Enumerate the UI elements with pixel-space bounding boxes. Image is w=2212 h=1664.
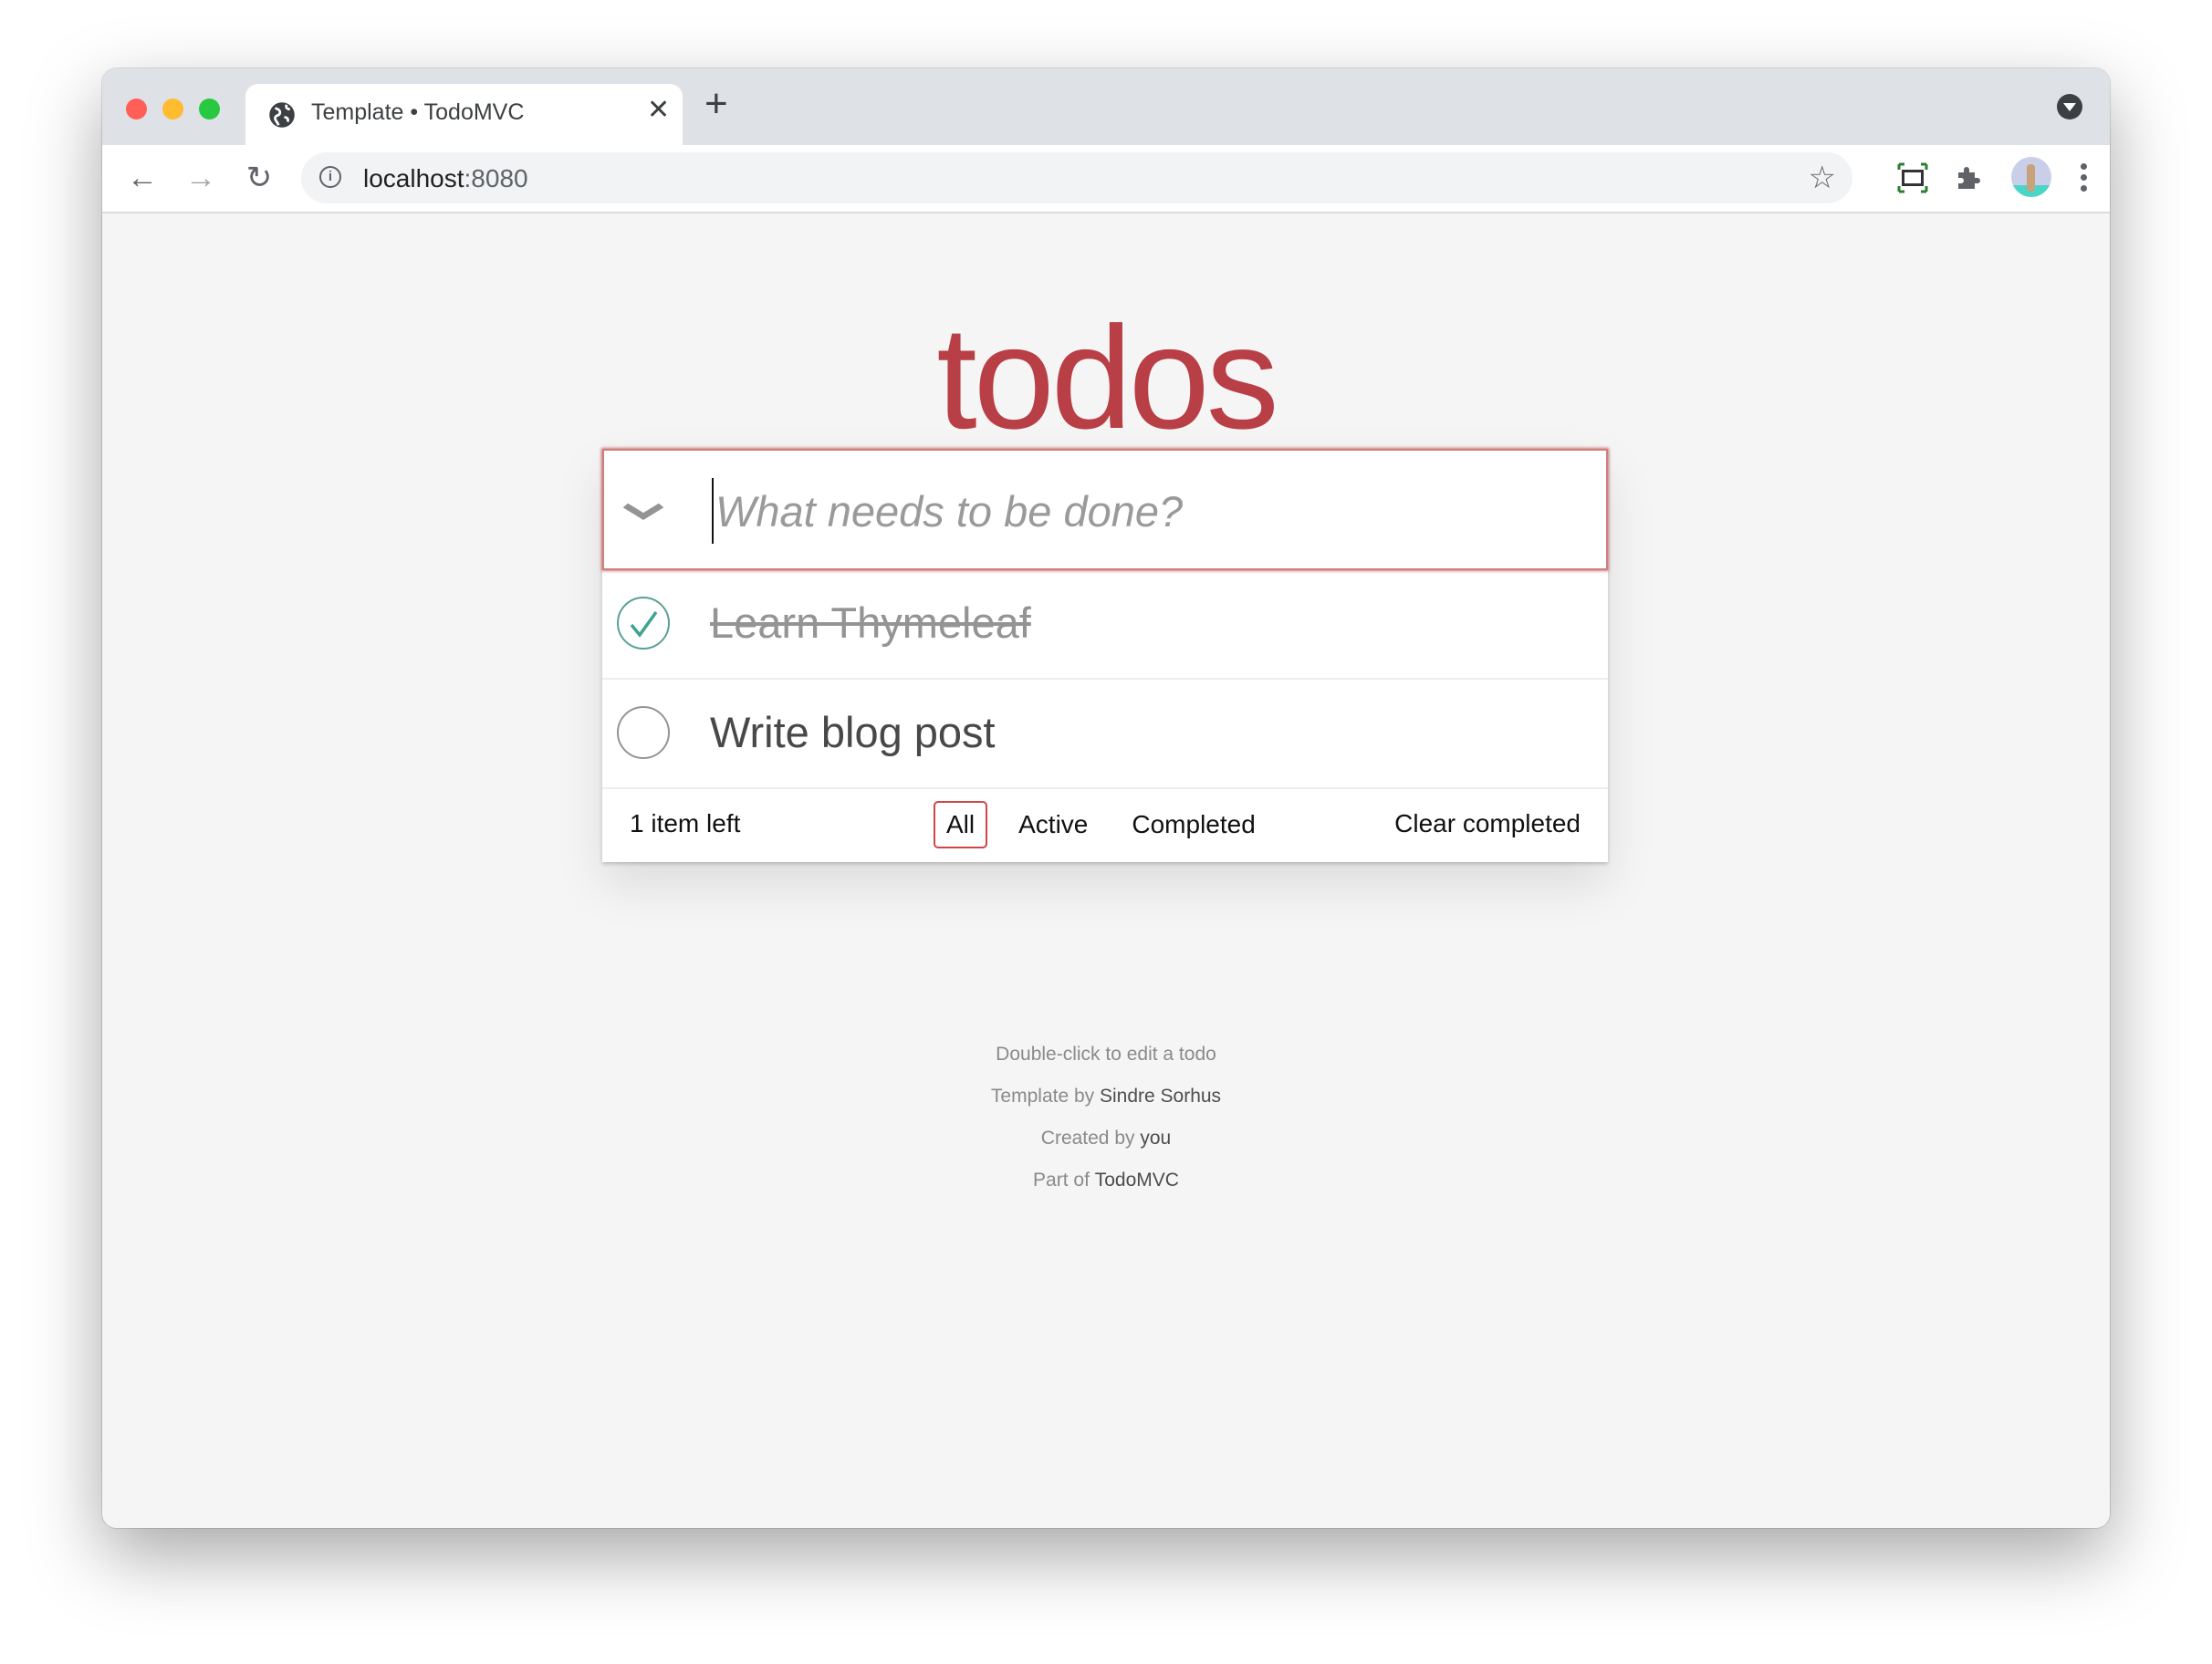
info-footer: Double-click to edit a todo Template by …	[102, 1044, 2110, 1212]
template-by-label: Template by	[990, 1086, 1100, 1107]
browser-toolbar: ← → ↻ i localhost:8080 ☆	[102, 145, 2110, 213]
forward-button[interactable]: →	[183, 160, 219, 196]
created-by-label: Created by	[1040, 1128, 1141, 1149]
todo-item[interactable]: Learn Thymeleaf	[602, 570, 1608, 680]
toggle-all-chevron-icon[interactable]	[621, 492, 665, 531]
url-text: localhost:8080	[363, 164, 528, 193]
part-of-label: Part of	[1033, 1170, 1095, 1191]
window-controls	[126, 99, 220, 120]
screen-capture-icon[interactable]	[1896, 161, 1929, 194]
tab-todomvc[interactable]: Template • TodoMVC ✕	[245, 84, 683, 145]
tab-search-icon[interactable]	[2057, 94, 2082, 120]
todo-label[interactable]: Learn Thymeleaf	[710, 598, 1031, 648]
todomvc-link[interactable]: TodoMVC	[1095, 1170, 1179, 1191]
site-info-icon[interactable]: i	[319, 166, 341, 188]
new-todo-header	[602, 449, 1608, 570]
todo-item[interactable]: Write blog post	[602, 680, 1608, 789]
filter-list: All Active Completed	[934, 801, 1268, 848]
tab-close-icon[interactable]: ✕	[647, 97, 670, 124]
browser-window: Template • TodoMVC ✕ + ← → ↻ i localhost…	[102, 68, 2110, 1528]
new-tab-button[interactable]: +	[704, 84, 728, 124]
clear-completed-button[interactable]: Clear completed	[1394, 809, 1581, 838]
page-content: todos Learn Thymeleaf Write blog post	[102, 213, 2110, 1528]
extensions-puzzle-icon[interactable]	[1953, 161, 1986, 194]
checkmark-icon	[630, 610, 658, 638]
bookmark-star-icon[interactable]: ☆	[1809, 160, 1836, 196]
profile-avatar[interactable]	[2011, 157, 2051, 197]
tab-title: Template • TodoMVC	[311, 99, 525, 125]
filter-all[interactable]: All	[934, 801, 988, 848]
url-port: :8080	[464, 164, 528, 192]
back-button[interactable]: ←	[124, 160, 161, 196]
close-window-button[interactable]	[126, 99, 147, 120]
edit-hint: Double-click to edit a todo	[996, 1044, 1216, 1065]
todo-toggle-checkbox[interactable]	[617, 706, 670, 759]
filter-completed[interactable]: Completed	[1119, 801, 1268, 848]
tab-bar: Template • TodoMVC ✕ +	[102, 68, 2110, 145]
template-author-link[interactable]: Sindre Sorhus	[1100, 1086, 1221, 1107]
globe-icon	[269, 102, 295, 128]
address-bar[interactable]: i localhost:8080 ☆	[301, 152, 1852, 203]
todo-toggle-checkbox[interactable]	[617, 597, 670, 650]
todo-app: Learn Thymeleaf Write blog post 1 item l…	[602, 449, 1608, 862]
app-title: todos	[936, 296, 1278, 459]
items-left-count: 1 item left	[630, 809, 741, 837]
todo-label[interactable]: Write blog post	[710, 707, 996, 757]
browser-menu-icon[interactable]	[2081, 163, 2088, 196]
url-host: localhost	[363, 164, 464, 192]
creator-link[interactable]: you	[1140, 1128, 1171, 1149]
maximize-window-button[interactable]	[199, 99, 220, 120]
todo-footer: 1 item left All Active Completed Clear c…	[602, 789, 1608, 862]
reload-button[interactable]: ↻	[241, 160, 277, 196]
minimize-window-button[interactable]	[162, 99, 183, 120]
filter-active[interactable]: Active	[1006, 801, 1101, 848]
new-todo-input[interactable]	[712, 478, 1539, 544]
